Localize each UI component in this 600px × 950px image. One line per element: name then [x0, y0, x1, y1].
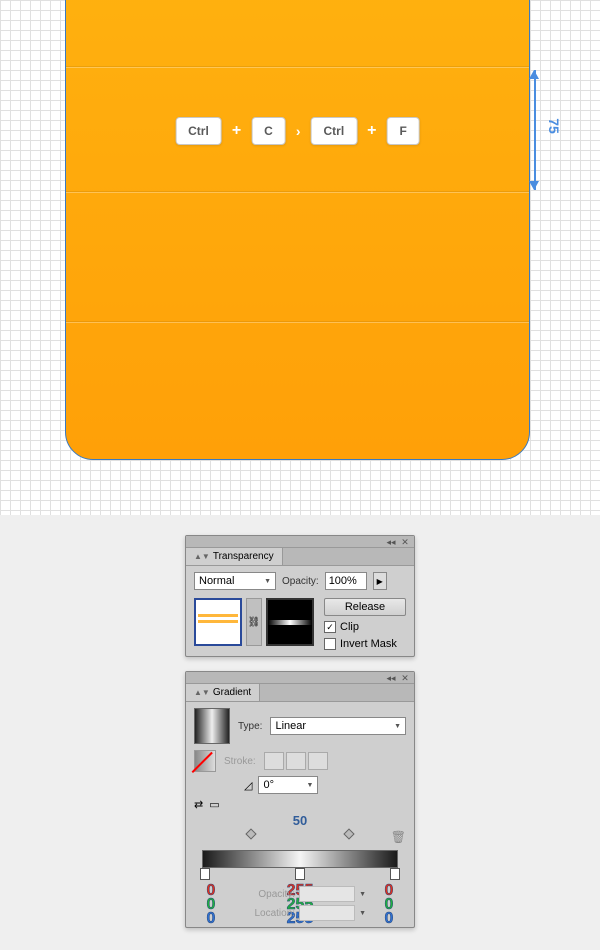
tab-gradient[interactable]: ▲▼ Gradient: [186, 684, 260, 701]
stroke-mode-across[interactable]: [308, 752, 328, 770]
stroke-mode-along[interactable]: [286, 752, 306, 770]
shortcut-overlay: Ctrl + C › Ctrl + F: [175, 117, 420, 145]
color-stop-mid[interactable]: [295, 868, 305, 880]
canvas-grid[interactable]: Ctrl + C › Ctrl + F 75: [0, 0, 600, 515]
tab-label: Transparency: [213, 551, 274, 562]
panel-tabs: ▲▼ Gradient: [186, 684, 414, 702]
dimension-arrow: [524, 70, 544, 190]
trash-icon[interactable]: 🗑: [391, 830, 406, 844]
midpoint-handle[interactable]: [245, 828, 256, 839]
midpoint-handle[interactable]: [343, 828, 354, 839]
panel-tabs: ▲▼ Transparency: [186, 548, 414, 566]
stop-opacity-input[interactable]: [299, 886, 355, 902]
gradient-fill-preview[interactable]: [194, 708, 230, 744]
fold-line: [66, 191, 529, 192]
key-ctrl: Ctrl: [311, 117, 358, 145]
angle-icon: ◿: [244, 779, 252, 792]
key-ctrl: Ctrl: [175, 117, 222, 145]
stop-location-label: Location:: [247, 908, 295, 919]
gradient-type-select[interactable]: Linear ▼: [270, 717, 406, 735]
chevron-right-icon: ›: [296, 123, 301, 139]
gradient-type-value: Linear: [275, 720, 306, 732]
close-icon[interactable]: ✕: [400, 538, 410, 546]
link-mask-toggle[interactable]: ⛓: [246, 598, 262, 646]
transparency-panel: ◂◂ ✕ ▲▼ Transparency Normal ▼ Opacity: ▶: [185, 535, 415, 657]
stop-opacity-label: Opacity:: [247, 889, 295, 900]
artwork-thumbnail[interactable]: [194, 598, 242, 646]
panels-area: ◂◂ ✕ ▲▼ Transparency Normal ▼ Opacity: ▶: [0, 515, 600, 950]
updown-icon: ▲▼: [194, 552, 210, 561]
collapse-icon[interactable]: ◂◂: [386, 674, 396, 682]
b-value: 0: [376, 912, 402, 926]
chevron-down-icon: ▼: [264, 578, 271, 585]
type-label: Type:: [238, 721, 262, 732]
key-f: F: [387, 117, 420, 145]
panel-controls: ◂◂ ✕: [186, 536, 414, 548]
close-icon[interactable]: ✕: [400, 674, 410, 682]
opacity-flyout-button[interactable]: ▶: [373, 572, 387, 590]
tab-label: Gradient: [213, 687, 251, 698]
gradient-panel: ◂◂ ✕ ▲▼ Gradient Type: Linear ▼ Stroke:: [185, 671, 415, 928]
aspect-ratio-icon[interactable]: ▭: [209, 798, 219, 811]
panel-controls: ◂◂ ✕: [186, 672, 414, 684]
clip-label: Clip: [340, 621, 359, 633]
opacity-input[interactable]: [325, 572, 367, 590]
key-c: C: [251, 117, 286, 145]
midpoint-slider[interactable]: 🗑: [202, 830, 398, 850]
mask-thumbnail[interactable]: [266, 598, 314, 646]
fold-line: [66, 321, 529, 322]
fold-line: [66, 66, 529, 67]
gradient-ramp[interactable]: [202, 850, 398, 868]
chevron-down-icon: ▼: [394, 723, 401, 730]
dimension-value: 75: [546, 118, 562, 134]
invert-mask-label: Invert Mask: [340, 638, 397, 650]
chevron-down-icon: ▼: [307, 782, 314, 789]
plus-icon: +: [367, 122, 376, 140]
release-button[interactable]: Release: [324, 598, 406, 616]
midpoint-value: 50: [194, 813, 406, 828]
clip-checkbox[interactable]: ✓: [324, 621, 336, 633]
b-value: 0: [198, 912, 224, 926]
stroke-label: Stroke:: [224, 756, 256, 767]
tab-transparency[interactable]: ▲▼ Transparency: [186, 548, 283, 565]
opacity-label: Opacity:: [282, 576, 319, 587]
stroke-mode-within[interactable]: [264, 752, 284, 770]
stop-location-input[interactable]: [299, 905, 355, 921]
blend-mode-select[interactable]: Normal ▼: [194, 572, 276, 590]
plus-icon: +: [232, 122, 241, 140]
reverse-gradient-icon[interactable]: ⇄: [194, 798, 203, 811]
color-stop-right[interactable]: [390, 868, 400, 880]
invert-mask-checkbox[interactable]: [324, 638, 336, 650]
collapse-icon[interactable]: ◂◂: [386, 538, 396, 546]
angle-input[interactable]: 0° ▼: [258, 776, 318, 794]
blend-mode-value: Normal: [199, 575, 234, 587]
updown-icon: ▲▼: [194, 688, 210, 697]
stroke-gradient-preview[interactable]: [194, 750, 216, 772]
color-stop-left[interactable]: [200, 868, 210, 880]
artwork-shape[interactable]: Ctrl + C › Ctrl + F: [65, 0, 530, 460]
